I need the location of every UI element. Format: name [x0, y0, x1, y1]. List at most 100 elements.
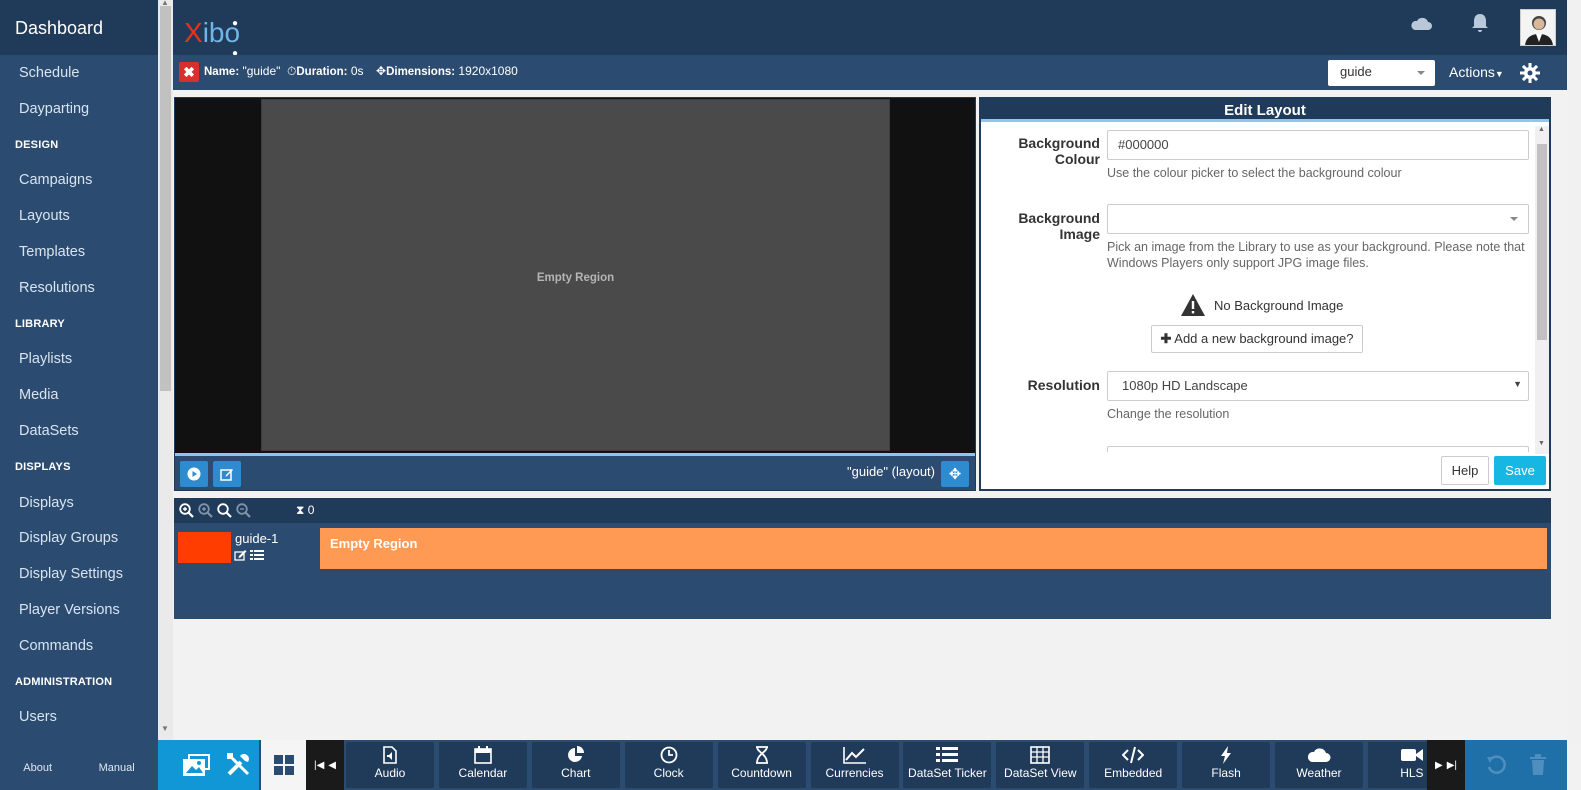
widget-embedded-button[interactable]: Embedded — [1089, 742, 1178, 788]
widget-clock-button[interactable]: Clock — [624, 742, 713, 788]
widget-weather-button[interactable]: Weather — [1275, 742, 1363, 788]
zoom-in-icon[interactable] — [179, 503, 194, 521]
caret-down-icon: ▼ — [1513, 379, 1522, 389]
scroll-up-arrow-icon[interactable]: ▲ — [1538, 126, 1545, 133]
page-scrollbar-right[interactable] — [1567, 0, 1581, 745]
sidebar-item-media[interactable]: Media — [0, 377, 158, 413]
scroll-down-arrow-icon[interactable]: ▼ — [161, 724, 169, 733]
actions-dropdown-button[interactable]: Actions▼ — [1449, 64, 1504, 80]
layout-viewer: Empty Region "guide" (layout) ✥ — [174, 97, 976, 491]
sidebar-scrollbar[interactable]: ▲ ▼ — [158, 0, 173, 745]
widget-label: Chart — [561, 766, 591, 780]
next-field-partial — [1107, 446, 1529, 452]
bg-colour-label-line1: Background — [1018, 135, 1100, 151]
widget-audio-button[interactable]: Audio — [346, 742, 434, 788]
resolution-select[interactable]: 1080p HD Landscape ▼ — [1107, 371, 1529, 401]
next-page-icon[interactable]: ▶ — [1435, 760, 1443, 771]
bg-image-help: Pick an image from the Library to use as… — [1107, 239, 1525, 271]
sidebar-item-schedule[interactable]: Schedule — [0, 55, 158, 91]
resolution-help: Change the resolution — [1107, 407, 1230, 421]
panel-scrollbar[interactable]: ▲ ▼ — [1535, 126, 1549, 454]
panel-scrollbar-thumb[interactable] — [1537, 144, 1547, 340]
toolbox-prev-nav[interactable]: |◀ ◀ — [306, 740, 344, 790]
scroll-up-arrow-icon[interactable]: ▲ — [161, 0, 169, 7]
region-timeline-list-icon[interactable] — [250, 548, 264, 564]
resolution-label: Resolution — [1027, 377, 1100, 393]
bg-image-help-line1: Pick an image from the Library to use as… — [1107, 240, 1525, 254]
play-preview-button[interactable] — [180, 461, 208, 487]
first-page-icon[interactable]: |◀ — [314, 760, 324, 771]
widget-calendar-button[interactable]: Calendar — [438, 742, 527, 788]
sidebar-item-dayparting[interactable]: Dayparting — [0, 91, 158, 127]
sidebar-item-datasets[interactable]: DataSets — [0, 413, 158, 449]
toolbox-next-nav[interactable]: ▶ ▶| — [1427, 740, 1465, 790]
layout-toolbar: ✖ Name: "guide" ⏱Duration: 0s ✥Dimension… — [173, 55, 1567, 90]
chart-icon — [532, 746, 620, 764]
sidebar-item-campaigns[interactable]: Campaigns — [0, 162, 158, 198]
add-background-image-button[interactable]: ✚ Add a new background image? — [1151, 325, 1363, 353]
sidebar-brand-dashboard[interactable]: Dashboard — [0, 0, 158, 55]
scrollbar-thumb[interactable] — [160, 6, 171, 391]
sidebar-item-templates[interactable]: Templates — [0, 234, 158, 270]
xibo-logo[interactable]: Xibo ● ● ● — [184, 18, 240, 90]
weather-icon — [1275, 746, 1363, 764]
sidebar-item-users[interactable]: Users — [0, 699, 158, 735]
background-colour-input[interactable]: #000000 — [1107, 130, 1529, 160]
empty-region-label: Empty Region — [536, 272, 615, 284]
sidebar-item-player-versions[interactable]: Player Versions — [0, 592, 158, 628]
zoom-in-disabled-icon[interactable] — [198, 503, 213, 521]
background-image-select[interactable] — [1107, 204, 1529, 234]
region-edit-icon[interactable] — [234, 548, 248, 564]
widgets-grid-button[interactable] — [261, 740, 306, 790]
sidebar-section-library: LIBRARY — [15, 317, 65, 330]
sidebar-item-display-settings[interactable]: Display Settings — [0, 556, 158, 592]
last-page-icon[interactable]: ▶| — [1447, 760, 1457, 771]
layout-select[interactable]: guide — [1328, 60, 1435, 86]
zoom-reset-icon[interactable] — [217, 503, 232, 521]
sidebar-item-displays[interactable]: Displays — [0, 485, 158, 521]
layout-dimensions: ✥Dimensions: 1920x1080 — [376, 64, 518, 78]
tools-button[interactable] — [219, 740, 259, 790]
user-avatar[interactable] — [1520, 9, 1556, 46]
layout-select-value: guide — [1340, 64, 1372, 79]
layout-duration: ⏱Duration: 0s — [287, 64, 364, 79]
bell-icon[interactable] — [1471, 13, 1489, 36]
widget-countdown-button[interactable]: Countdown — [717, 742, 806, 788]
widget-currencies-button[interactable]: Currencies — [810, 742, 899, 788]
cloud-icon[interactable] — [1410, 14, 1432, 35]
top-header: Xibo ● ● ● — [173, 0, 1567, 90]
manual-link[interactable]: Manual — [99, 762, 135, 774]
sidebar-item-commands[interactable]: Commands — [0, 628, 158, 664]
edit-layout-button[interactable] — [213, 461, 241, 487]
zoom-out-icon[interactable] — [236, 503, 251, 521]
sidebar-item-resolutions[interactable]: Resolutions — [0, 270, 158, 306]
widget-chart-button[interactable]: Chart — [531, 742, 620, 788]
layout-preview[interactable]: Empty Region — [261, 99, 890, 451]
sidebar-item-playlists[interactable]: Playlists — [0, 341, 158, 377]
widget-dataset-view-button[interactable]: DataSet View — [996, 742, 1085, 788]
prev-page-icon[interactable]: ◀ — [328, 760, 336, 771]
clock-icon — [625, 746, 713, 764]
no-background-text: No Background Image — [1214, 297, 1344, 313]
no-background-notice: No Background Image — [1180, 293, 1343, 317]
sidebar-item-display-groups[interactable]: Display Groups — [0, 520, 158, 556]
close-layout-button[interactable]: ✖ — [179, 62, 199, 82]
bg-image-help-line2: Windows Players only support JPG image f… — [1107, 256, 1369, 270]
chevron-down-icon — [1417, 71, 1425, 75]
scroll-down-arrow-icon[interactable]: ▼ — [1538, 440, 1545, 447]
fullscreen-move-button[interactable]: ✥ — [941, 461, 969, 487]
widget-label: DataSet Ticker — [908, 766, 987, 780]
add-bg-label: Add a new background image? — [1174, 331, 1354, 346]
help-button[interactable]: Help — [1441, 456, 1489, 485]
save-button[interactable]: Save — [1494, 456, 1546, 485]
region-timeline-bar[interactable]: Empty Region — [320, 528, 1547, 569]
gear-icon[interactable] — [1519, 62, 1541, 87]
widget-label: Countdown — [731, 766, 792, 780]
widget-flash-button[interactable]: Flash — [1182, 742, 1271, 788]
move-icon: ✥ — [376, 64, 387, 78]
widget-label: Currencies — [825, 766, 884, 780]
about-link[interactable]: About — [23, 762, 52, 774]
widget-label: DataSet View — [1004, 766, 1077, 780]
widget-dataset-ticker-button[interactable]: DataSet Ticker — [903, 742, 992, 788]
sidebar-item-layouts[interactable]: Layouts — [0, 198, 158, 234]
